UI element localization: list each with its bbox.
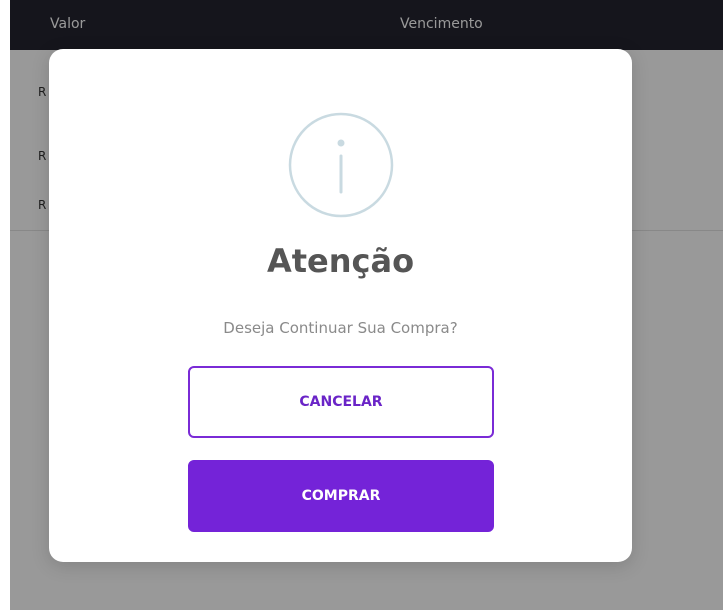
info-icon — [288, 112, 394, 218]
dialog-message: Deseja Continuar Sua Compra? — [223, 319, 458, 337]
cancel-button[interactable]: CANCELAR — [188, 366, 494, 438]
left-margin — [0, 0, 10, 610]
dialog-title: Atenção — [266, 242, 415, 280]
confirm-dialog: Atenção Deseja Continuar Sua Compra? CAN… — [49, 49, 632, 562]
buy-button[interactable]: COMPRAR — [188, 460, 494, 532]
page: Valor Vencimento R R R Atenção Deseja Co… — [0, 0, 723, 610]
modal-backdrop-top — [10, 0, 723, 50]
